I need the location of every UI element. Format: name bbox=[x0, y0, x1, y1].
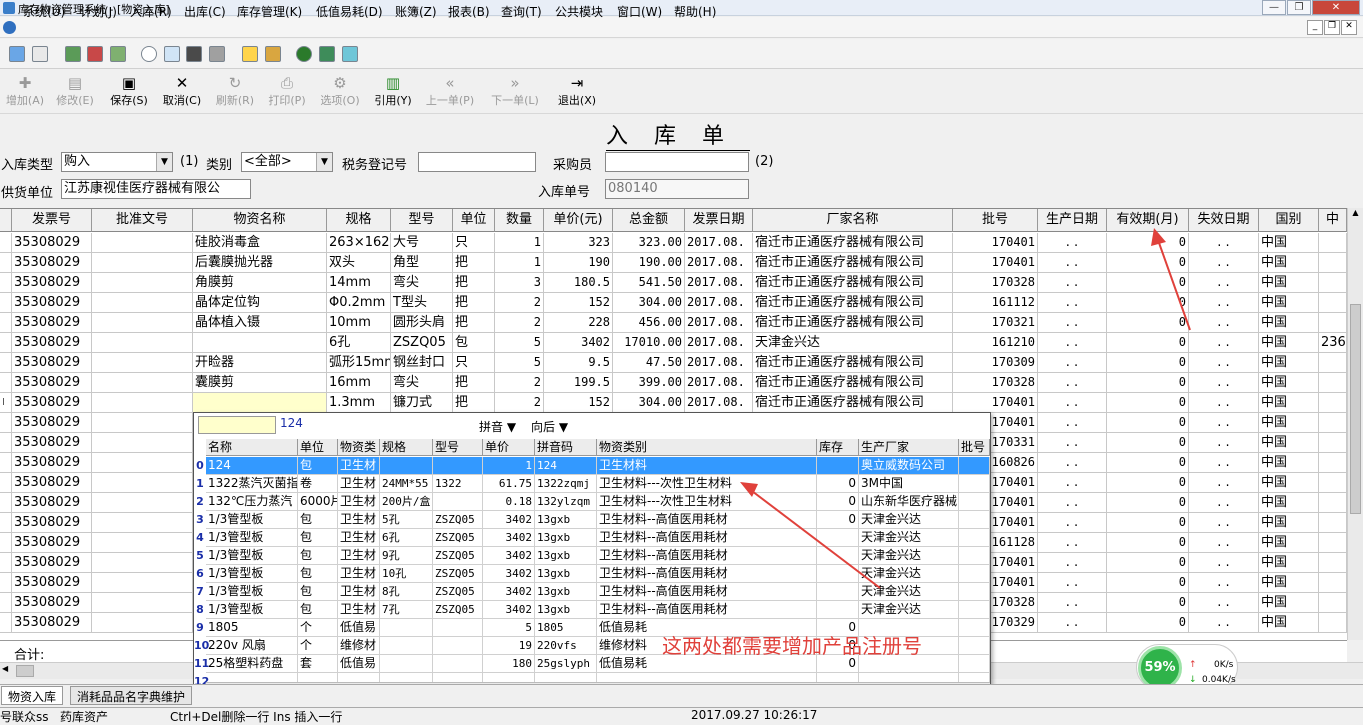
upload-speed: 0K/s bbox=[1214, 660, 1234, 670]
status-time: 2017.09.27 10:26:17 bbox=[691, 708, 818, 722]
tab-inbound[interactable]: 物资入库 bbox=[1, 686, 64, 705]
status-dept: 药库资产 bbox=[60, 710, 109, 724]
arrowhead-expiry bbox=[1151, 228, 1166, 246]
arrow-to-popup bbox=[747, 487, 881, 589]
arrow-to-expiry bbox=[1157, 239, 1191, 331]
tab-bar bbox=[0, 684, 1363, 706]
status-hint: Ctrl+Del删除一行 Ins 插入一行 bbox=[170, 710, 343, 724]
tab-dictionary[interactable]: 消耗品品名字典维护 bbox=[70, 686, 193, 705]
annotation-arrows bbox=[740, 228, 1191, 589]
upload-icon: ↑ bbox=[1189, 660, 1197, 670]
annotation-text: 这两处都需要增加产品注册号 bbox=[662, 634, 922, 658]
status-user: 号联众ss bbox=[0, 710, 49, 724]
